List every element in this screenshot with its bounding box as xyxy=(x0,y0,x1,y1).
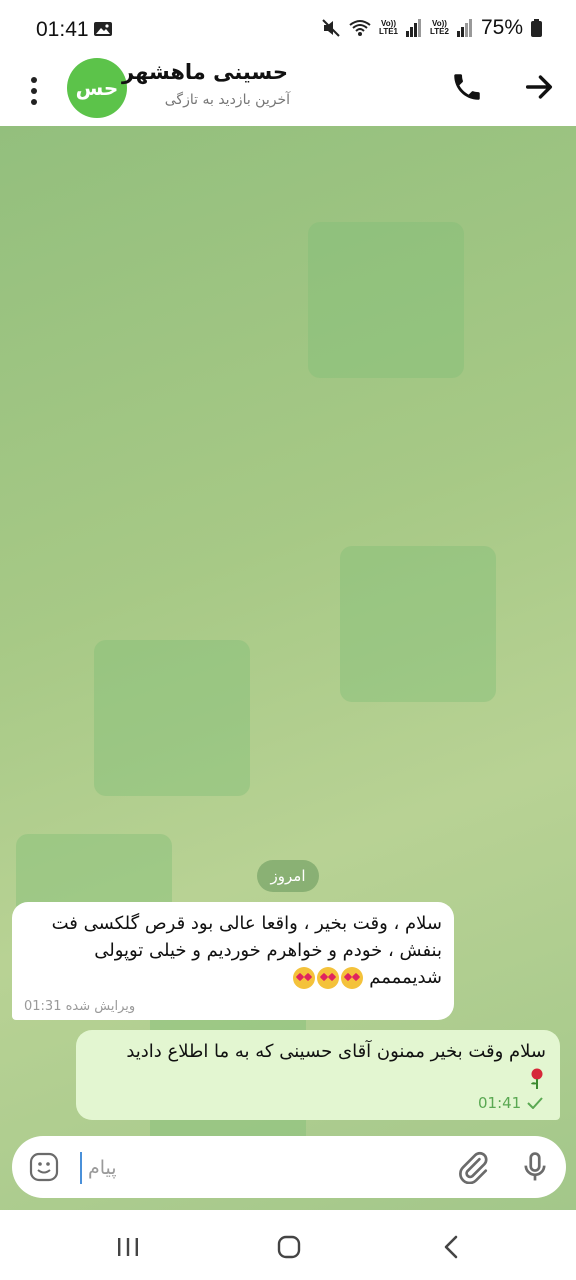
battery-icon xyxy=(531,19,542,37)
chat-header: حس حسینی ماهشهر آخرین بازدید به تازگی xyxy=(0,56,576,127)
message-input[interactable] xyxy=(86,1148,450,1188)
wifi-icon xyxy=(349,20,371,36)
message-line: سلام وقت بخیر ممنون آقای حسینی که به ما … xyxy=(126,1041,546,1062)
arrow-right-icon[interactable] xyxy=(522,70,556,104)
more-options-icon[interactable] xyxy=(22,70,46,112)
signal-icon xyxy=(406,19,421,37)
message-line-emoji: شدیمممم xyxy=(24,964,442,991)
message-time: 01:41 xyxy=(478,1094,522,1112)
last-seen-status: آخرین بازدید به تازگی xyxy=(164,92,290,108)
sim1-indicator: Vo)) LTE1 xyxy=(379,19,398,36)
status-bar: 01:41 Vo)) LTE1 Vo)) LTE2 75% xyxy=(0,0,576,56)
watermark-logo xyxy=(94,640,250,796)
sim2-indicator: Vo)) LTE2 xyxy=(430,19,449,36)
text-cursor xyxy=(80,1152,82,1184)
heart-eyes-emoji-icon xyxy=(340,967,363,989)
status-icons: Vo)) LTE1 Vo)) LTE2 75% xyxy=(321,16,542,40)
mute-icon xyxy=(322,19,340,37)
outgoing-message[interactable]: سلام وقت بخیر ممنون آقای حسینی که به ما … xyxy=(76,1030,560,1120)
message-line-emoji xyxy=(90,1065,546,1092)
contact-name[interactable]: حسینی ماهشهر xyxy=(122,60,288,84)
edited-timestamp: ویرایش شده 01:31 xyxy=(24,999,136,1014)
check-icon xyxy=(527,1097,543,1109)
recent-apps-icon[interactable] xyxy=(116,1236,140,1258)
watermark-logo xyxy=(340,546,496,702)
incoming-message[interactable]: سلام ، وقت بخیر ، واقعا عالی بود قرص گلک… xyxy=(12,902,454,1020)
message-composer xyxy=(12,1136,566,1198)
microphone-icon[interactable] xyxy=(518,1150,552,1184)
back-icon[interactable] xyxy=(440,1235,462,1259)
gallery-notification-icon xyxy=(94,22,112,36)
chat-area[interactable]: امروز سلام ، وقت بخیر ، واقعا عالی بود ق… xyxy=(0,126,576,1210)
battery-percent: 75% xyxy=(480,16,523,39)
watermark-logo xyxy=(308,222,464,378)
message-line: سلام ، وقت بخیر ، واقعا عالی بود قرص گلک… xyxy=(51,913,442,934)
date-separator: امروز xyxy=(257,860,319,892)
paperclip-icon[interactable] xyxy=(456,1150,490,1184)
signal-icon-2 xyxy=(456,19,472,37)
heart-eyes-emoji-icon xyxy=(316,967,339,989)
rose-emoji-icon xyxy=(531,1068,543,1089)
system-nav-bar xyxy=(0,1210,576,1280)
sticker-icon[interactable] xyxy=(28,1151,60,1183)
status-time: 01:41 xyxy=(36,18,89,41)
home-icon[interactable] xyxy=(277,1235,301,1259)
message-meta: 01:41 xyxy=(478,1094,543,1112)
phone-icon[interactable] xyxy=(450,70,484,104)
avatar[interactable]: حس xyxy=(67,58,127,118)
heart-eyes-emoji-icon xyxy=(292,967,315,989)
message-line: بنفش ، خودم و خواهرم خوردیم و خیلی توپول… xyxy=(94,940,442,961)
